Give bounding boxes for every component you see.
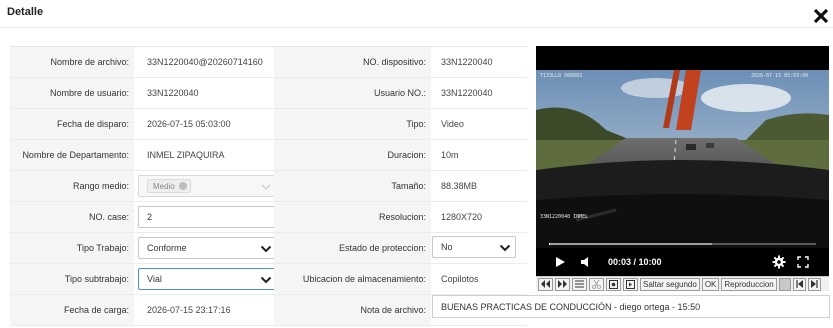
ok-button[interactable]: OK xyxy=(701,277,720,291)
value-file-name: 33N1220040@20260714160 xyxy=(147,57,263,67)
snapshot-icon[interactable] xyxy=(606,277,621,291)
tag-remove-icon xyxy=(178,182,187,190)
value-type: Video xyxy=(441,119,464,129)
label-upload-date: Fecha de carga: xyxy=(10,295,134,325)
range-tag-label: Medio xyxy=(153,181,175,191)
overlay-right-text: 2026-07-15 05:03:00 xyxy=(751,73,809,79)
protection-select[interactable]: No xyxy=(432,236,516,258)
rewind-icon[interactable] xyxy=(538,277,553,291)
range-tag: Medio xyxy=(147,179,191,193)
label-work-type: Tipo Trabajo: xyxy=(10,233,134,263)
toolbar-scroll-track[interactable] xyxy=(778,277,791,291)
fullscreen-icon[interactable] xyxy=(797,256,809,268)
label-protection: Estado de proteccion: xyxy=(274,233,431,263)
row-range: Rango medio: Medio Tamaño: 88.38MB xyxy=(10,171,527,202)
skip-end-icon[interactable] xyxy=(807,277,821,291)
value-upload-date: 2026-07-15 23:17:16 xyxy=(147,305,231,315)
skip-seconds-input[interactable]: Saltar segundo xyxy=(640,277,700,291)
video-player[interactable]: T133LL8 008083 2026-07-15 05:03:00 33N12… xyxy=(536,46,829,291)
play-icon[interactable] xyxy=(554,256,566,268)
chevron-down-icon xyxy=(260,245,272,253)
label-case-no: NO. case: xyxy=(10,202,134,232)
label-file-name: Nombre de archivo: xyxy=(10,47,134,77)
value-user-name: 33N1220040 xyxy=(147,88,199,98)
dialog-header: Detalle xyxy=(0,0,833,28)
value-duration: 10m xyxy=(441,150,459,160)
label-size: Tamaño: xyxy=(274,171,431,201)
label-device-no: NO. dispositivo: xyxy=(274,47,431,77)
work-type-select[interactable]: Conforme xyxy=(138,237,277,259)
label-range: Rango medio: xyxy=(10,171,134,201)
progress-played xyxy=(549,243,551,245)
label-trigger-date: Fecha de disparo: xyxy=(10,109,134,139)
protection-value: No xyxy=(441,242,453,252)
value-size: 88.38MB xyxy=(441,181,478,191)
range-select[interactable]: Medio xyxy=(138,175,277,197)
settings-icon[interactable] xyxy=(772,255,786,269)
list-icon[interactable] xyxy=(572,277,587,291)
row-department: Nombre de Departamento: INMEL ZIPAQUIRA … xyxy=(10,140,527,171)
volume-icon[interactable] xyxy=(580,256,594,268)
video-frame xyxy=(536,70,829,248)
value-storage: Copilotos xyxy=(441,274,479,284)
chevron-down-icon xyxy=(499,244,511,252)
overlay-bottom-text: 33N1220040 INMEL xyxy=(540,214,589,220)
label-file-note: Nota de archivo: xyxy=(274,295,431,325)
row-trigger: Fecha de disparo: 2026-07-15 05:03:00 Ti… xyxy=(10,109,527,140)
value-trigger-date: 2026-07-15 05:03:00 xyxy=(147,119,231,129)
time-display: 00:03 / 10:00 xyxy=(608,257,662,267)
fast-forward-icon[interactable] xyxy=(555,277,570,291)
player-toolbar: Saltar segundo OK Reproduccion xyxy=(536,276,829,291)
label-duration: Duracion: xyxy=(274,140,431,170)
chevron-down-icon xyxy=(261,184,271,190)
value-user-no: 33N1220040 xyxy=(441,88,493,98)
scissors-icon[interactable] xyxy=(589,277,604,291)
subwork-type-value: Vial xyxy=(147,274,162,284)
case-no-input[interactable]: 2 xyxy=(138,206,277,228)
file-note-input[interactable]: BUENAS PRACTICAS DE CONDUCCIÓN - diego o… xyxy=(432,295,830,318)
label-storage: Ubicacion de almacenamiento: xyxy=(274,264,431,294)
playback-button[interactable]: Reproduccion xyxy=(721,277,777,291)
row-case: NO. case: 2 Resolucion: 1280X720 xyxy=(10,202,527,233)
work-type-value: Conforme xyxy=(147,243,187,253)
overlay-left-text: T133LL8 008083 xyxy=(540,73,583,79)
progress-buffered xyxy=(549,243,712,245)
chevron-down-icon xyxy=(260,276,272,284)
label-type: Tipo: xyxy=(274,109,431,139)
row-subwork: Tipo subtrabajo: Vial Ubicacion de almac… xyxy=(10,264,527,295)
label-resolution: Resolucion: xyxy=(274,202,431,232)
close-icon[interactable] xyxy=(812,7,830,25)
value-resolution: 1280X720 xyxy=(441,212,483,222)
subwork-type-select[interactable]: Vial xyxy=(138,268,277,290)
label-user-no: Usuario NO.: xyxy=(274,78,431,108)
value-department: INMEL ZIPAQUIRA xyxy=(147,150,225,160)
value-device-no: 33N1220040 xyxy=(441,57,493,67)
dialog-title: Detalle xyxy=(7,6,44,18)
label-department: Nombre de Departamento: xyxy=(10,140,134,170)
details-form: Nombre de archivo: 33N1220040@2026071416… xyxy=(10,46,527,326)
frame-step-icon[interactable] xyxy=(623,277,638,291)
label-subwork-type: Tipo subtrabajo: xyxy=(10,264,134,294)
row-file-name: Nombre de archivo: 33N1220040@2026071416… xyxy=(10,47,527,78)
skip-start-icon[interactable] xyxy=(792,277,806,291)
label-user-name: Nombre de usuario: xyxy=(10,78,134,108)
progress-bar[interactable] xyxy=(549,243,816,245)
row-user: Nombre de usuario: 33N1220040 Usuario NO… xyxy=(10,78,527,109)
row-work-type: Tipo Trabajo: Conforme Estado de protecc… xyxy=(10,233,527,264)
